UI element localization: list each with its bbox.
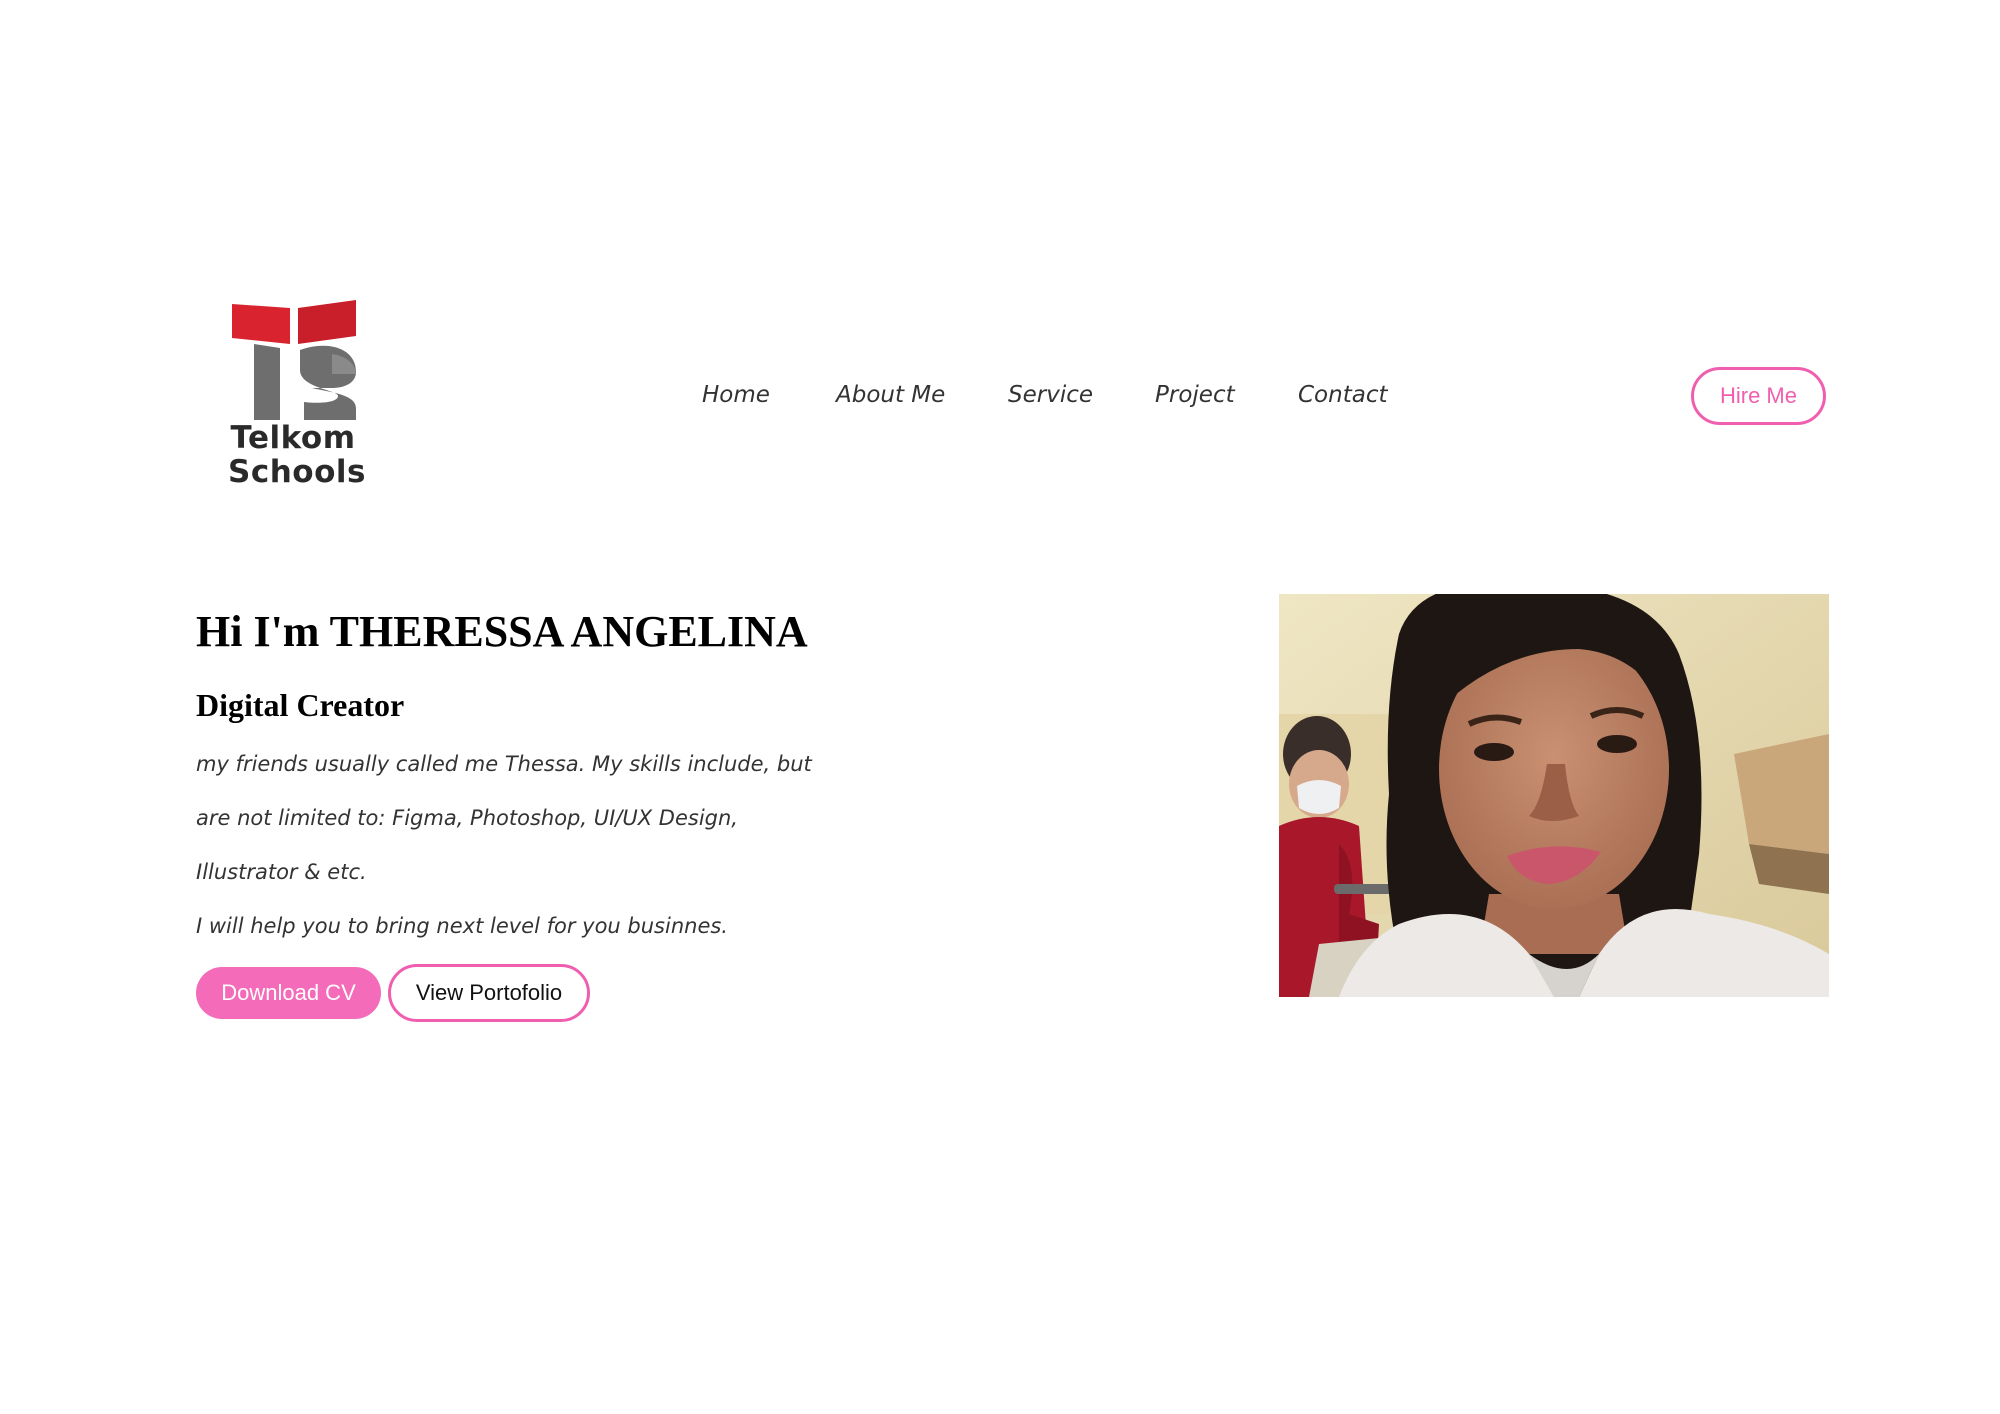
- nav-home-link[interactable]: Home: [702, 378, 770, 412]
- hero-title: Hi I'm THERESSA ANGELINA: [196, 607, 808, 656]
- nav-project-link[interactable]: Project: [1155, 378, 1235, 412]
- nav-service-link[interactable]: Service: [1008, 378, 1093, 412]
- portfolio-page: Telkom Schools Home About Me Service Pro…: [0, 0, 2000, 1414]
- download-cv-button[interactable]: Download CV: [196, 967, 381, 1019]
- nav-about-link[interactable]: About Me: [836, 378, 945, 412]
- hero-description-line: Illustrator & etc.: [196, 860, 367, 884]
- hero-description-line: my friends usually called me Thessa. My …: [196, 752, 812, 776]
- profile-photo: [1279, 594, 1829, 997]
- nav-contact-link[interactable]: Contact: [1298, 378, 1387, 412]
- hero-subtitle: Digital Creator: [196, 687, 405, 723]
- view-portfolio-button[interactable]: View Portofolio: [388, 964, 590, 1022]
- logo-text-line1: Telkom: [230, 420, 356, 456]
- hero-description-line: are not limited to: Figma, Photoshop, UI…: [196, 806, 738, 830]
- logo-text-line2: Schools: [228, 454, 366, 490]
- hero-description-line: I will help you to bring next level for …: [196, 914, 728, 938]
- profile-photo-illustration: [1279, 594, 1829, 997]
- hire-me-button[interactable]: Hire Me: [1691, 367, 1826, 425]
